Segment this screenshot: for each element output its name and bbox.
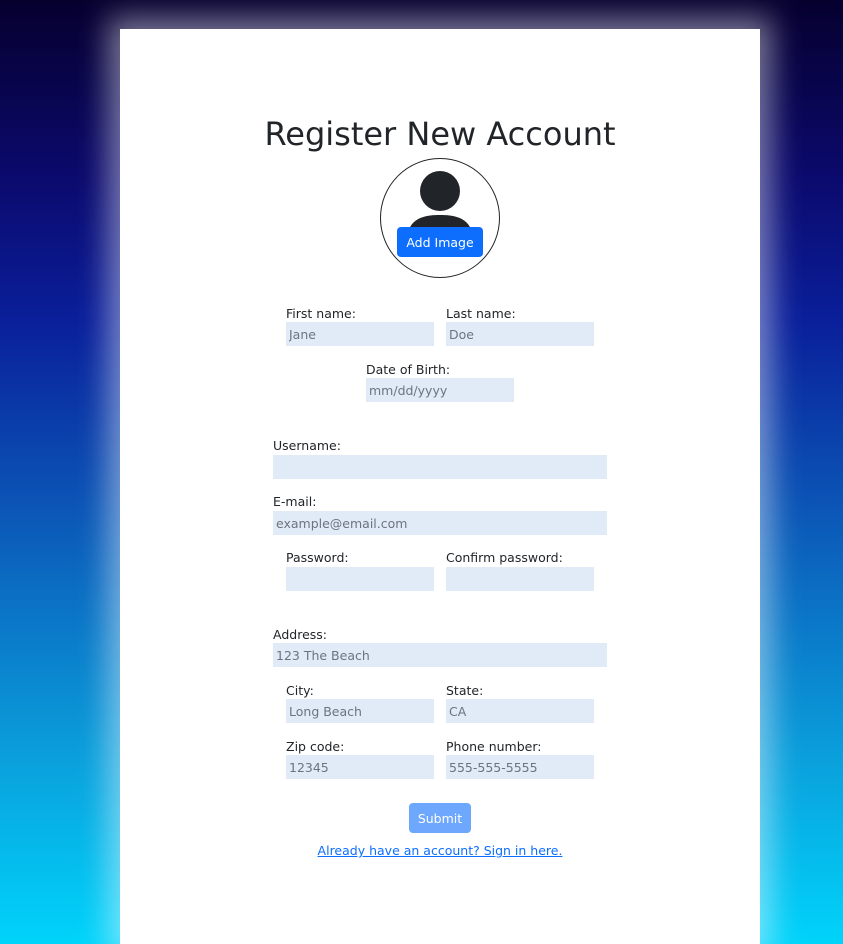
username-label: Username: <box>273 438 341 453</box>
avatar <box>380 158 500 278</box>
address-label: Address: <box>273 627 327 642</box>
zip-code-input[interactable] <box>286 755 434 779</box>
password-input[interactable] <box>286 567 434 591</box>
email-label: E-mail: <box>273 494 317 509</box>
signin-link-row: Already have an account? Sign in here. <box>120 843 760 858</box>
dob-label: Date of Birth: <box>366 362 451 377</box>
address-input[interactable] <box>273 643 607 667</box>
zip-code-label: Zip code: <box>286 739 345 754</box>
add-image-button[interactable]: Add Image <box>397 227 483 257</box>
city-label: City: <box>286 683 314 698</box>
email-input[interactable] <box>273 511 607 535</box>
confirm-password-label: Confirm password: <box>446 550 563 565</box>
signin-link[interactable]: Already have an account? Sign in here. <box>318 843 563 858</box>
dob-input[interactable] <box>366 378 514 402</box>
submit-button[interactable]: Submit <box>409 803 471 833</box>
phone-number-input[interactable] <box>446 755 594 779</box>
last-name-label: Last name: <box>446 306 516 321</box>
state-input[interactable] <box>446 699 594 723</box>
state-label: State: <box>446 683 484 698</box>
city-input[interactable] <box>286 699 434 723</box>
first-name-label: First name: <box>286 306 356 321</box>
register-card: Register New Account Add Image First nam… <box>120 29 760 944</box>
last-name-input[interactable] <box>446 322 594 346</box>
person-silhouette-icon <box>407 171 473 235</box>
first-name-input[interactable] <box>286 322 434 346</box>
phone-number-label: Phone number: <box>446 739 542 754</box>
username-input[interactable] <box>273 455 607 479</box>
password-label: Password: <box>286 550 349 565</box>
page-title: Register New Account <box>264 115 616 153</box>
confirm-password-input[interactable] <box>446 567 594 591</box>
